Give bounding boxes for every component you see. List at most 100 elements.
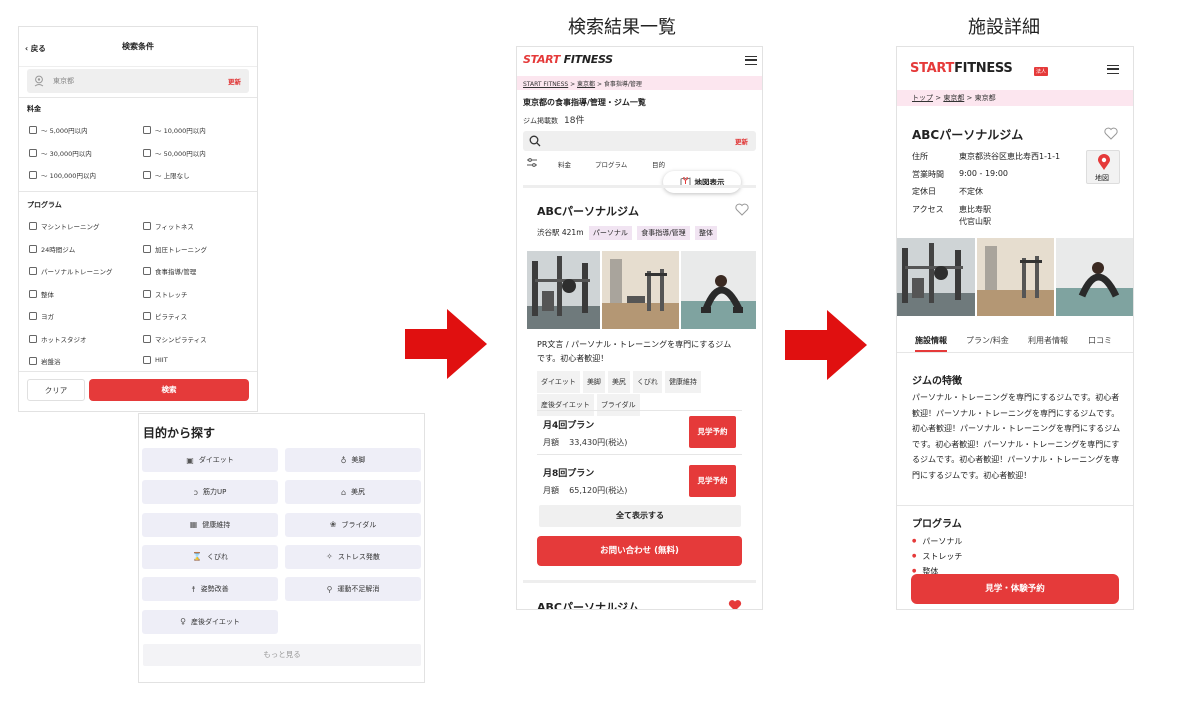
gym-photo[interactable] [527, 251, 600, 329]
gym-photo[interactable] [602, 251, 679, 329]
checkbox[interactable] [143, 356, 151, 364]
checkbox[interactable] [143, 312, 151, 320]
checkbox[interactable] [29, 289, 37, 298]
map-button[interactable]: 地図 [1086, 150, 1120, 184]
favorite-heart-icon[interactable] [735, 203, 749, 216]
breadcrumb-link[interactable]: 東京都 [577, 81, 595, 88]
checkbox-option[interactable]: パーソナルトレーニング [29, 266, 113, 276]
gym-photo[interactable] [1056, 238, 1133, 316]
gym-photo[interactable] [897, 238, 975, 316]
purpose-button[interactable]: ♁ 美脚 [285, 448, 421, 472]
checkbox-option[interactable]: ～ 上限なし [143, 170, 190, 180]
checkbox-option[interactable]: マシンピラティス [143, 334, 207, 344]
breadcrumb-link[interactable]: START FITNESS [523, 81, 568, 88]
checkbox[interactable] [143, 126, 151, 134]
checkbox-option[interactable]: ヨガ [29, 311, 54, 321]
inquiry-button[interactable]: お問い合わせ (無料) [537, 536, 742, 566]
checkbox[interactable] [143, 222, 151, 230]
checkbox-option[interactable]: 加圧トレーニング [143, 244, 207, 254]
checkbox[interactable] [143, 171, 151, 179]
breadcrumb-link[interactable]: 東京都 [943, 94, 964, 102]
tab-facility-info[interactable]: 施設情報 [915, 335, 947, 352]
checkbox-option[interactable]: マシントレーニング [29, 221, 100, 231]
search-conditions-panel: ‹ 戻る 検索条件 東京都 更新 料金 ～ 5,000円以内 ～ 10,000円以… [18, 26, 258, 412]
gym-name[interactable]: ABCパーソナルジム [537, 599, 639, 609]
purpose-button[interactable]: ⌂ 美尻 [285, 480, 421, 505]
clear-button[interactable]: クリア [27, 379, 85, 401]
breadcrumb-link[interactable]: トップ [912, 94, 933, 102]
checkbox[interactable] [29, 244, 37, 253]
back-button[interactable]: ‹ 戻る [25, 43, 46, 54]
checkbox-option[interactable]: HIIT [143, 356, 168, 364]
purpose-button[interactable]: ⌛ くびれ [142, 544, 278, 569]
more-button[interactable]: もっと見る [143, 644, 421, 666]
checkbox[interactable] [29, 222, 37, 230]
checkbox[interactable] [29, 148, 37, 157]
checkbox[interactable] [143, 244, 151, 253]
favorite-heart-icon[interactable] [1104, 127, 1118, 140]
checkbox[interactable] [29, 357, 37, 365]
checkbox[interactable] [29, 126, 37, 134]
update-button[interactable]: 更新 [228, 76, 241, 86]
checkbox-option[interactable]: 整体 [29, 289, 54, 299]
checkbox-option[interactable]: ピラティス [143, 311, 187, 321]
checkbox[interactable] [29, 171, 37, 179]
checkbox-option[interactable]: 24時間ジム [29, 244, 75, 254]
checkbox-option[interactable]: ～ 10,000円以内 [143, 125, 206, 135]
checkbox-option[interactable]: ～ 30,000円以内 [29, 148, 92, 158]
checkbox-option[interactable]: 食事指導/管理 [143, 266, 196, 276]
gym-photo[interactable] [977, 238, 1054, 316]
visit-reservation-button[interactable]: 見学予約 [689, 416, 736, 448]
start-fitness-logo[interactable]: STARTFITNESS [910, 61, 1013, 76]
checkbox[interactable] [29, 267, 37, 275]
gym-name[interactable]: ABCパーソナルジム [537, 203, 639, 219]
feature-text: パーソナル・トレーニングを専門にするジムです。初心者歓迎！パーソナル・トレーニン… [912, 393, 1121, 480]
checkbox-option[interactable]: 岩盤浴 [29, 356, 61, 366]
checkbox-label: ～ 上限なし [155, 172, 190, 180]
purpose-button[interactable]: ↄ 筋力UP [142, 480, 278, 505]
checkbox-option[interactable]: ストレッチ [143, 289, 188, 299]
filter-icon[interactable] [527, 158, 537, 167]
checkbox[interactable] [29, 312, 37, 320]
area-search-input[interactable]: 東京都 更新 [27, 69, 249, 93]
checkbox-label: ～ 100,000円以内 [41, 172, 96, 180]
start-fitness-logo[interactable]: START FITNESS [523, 53, 613, 66]
purpose-button[interactable]: ⚲ 運動不足解消 [285, 577, 421, 602]
search-button[interactable]: 検索 [89, 379, 249, 401]
checkbox-option[interactable]: ～ 100,000円以内 [29, 170, 96, 180]
purpose-button[interactable]: ▣ ダイエット [142, 448, 278, 472]
menu-icon[interactable] [1107, 65, 1119, 74]
checkbox-option[interactable]: ～ 5,000円以内 [29, 125, 88, 135]
tab-reviews[interactable]: 口コミ [1088, 335, 1112, 346]
keyword-chip: 美脚 [582, 371, 605, 393]
tab-plan-price[interactable]: プラン/料金 [966, 335, 1009, 346]
show-all-plans-button[interactable]: 全て表示する [539, 505, 741, 527]
gym-photo[interactable] [681, 251, 756, 329]
visit-reservation-button[interactable]: 見学予約 [689, 465, 736, 497]
checkbox[interactable] [143, 289, 151, 298]
filter-price[interactable]: 料金 [558, 159, 571, 169]
purpose-button[interactable]: ♀ 産後ダイエット [142, 609, 278, 634]
checkbox-option[interactable]: フィットネス [143, 221, 194, 231]
filter-purpose[interactable]: 目的 [652, 159, 665, 169]
checkbox[interactable] [143, 267, 151, 275]
update-button[interactable]: 更新 [735, 136, 748, 146]
checkbox-option[interactable]: ホットスタジオ [29, 334, 87, 344]
purpose-button[interactable]: ▦ 健康維持 [142, 512, 278, 537]
keyword-search-input[interactable]: 更新 [523, 131, 756, 151]
checkbox[interactable] [143, 334, 151, 343]
detail-panel: STARTFITNESS 法人 トップ > 東京都 > 東京都 ABCパーソナル… [896, 46, 1134, 610]
menu-icon[interactable] [745, 56, 757, 65]
purpose-button[interactable]: ✧ ストレス発散 [285, 544, 421, 569]
filter-program[interactable]: プログラム [595, 159, 627, 169]
checkbox[interactable] [143, 148, 151, 157]
checkbox-option[interactable]: ～ 50,000円以内 [143, 148, 206, 158]
checkbox[interactable] [29, 334, 37, 343]
purpose-button[interactable]: ☨ 姿勢改善 [142, 577, 278, 602]
tab-user-info[interactable]: 利用者情報 [1028, 335, 1068, 346]
purpose-label: 健康維持 [202, 520, 231, 529]
visit-trial-reservation-button[interactable]: 見学・体験予約 [911, 574, 1119, 604]
favorite-heart-filled-icon[interactable] [728, 599, 742, 610]
purpose-button[interactable]: ❀ ブライダル [285, 512, 421, 537]
muscle-icon: ↄ [193, 487, 199, 497]
